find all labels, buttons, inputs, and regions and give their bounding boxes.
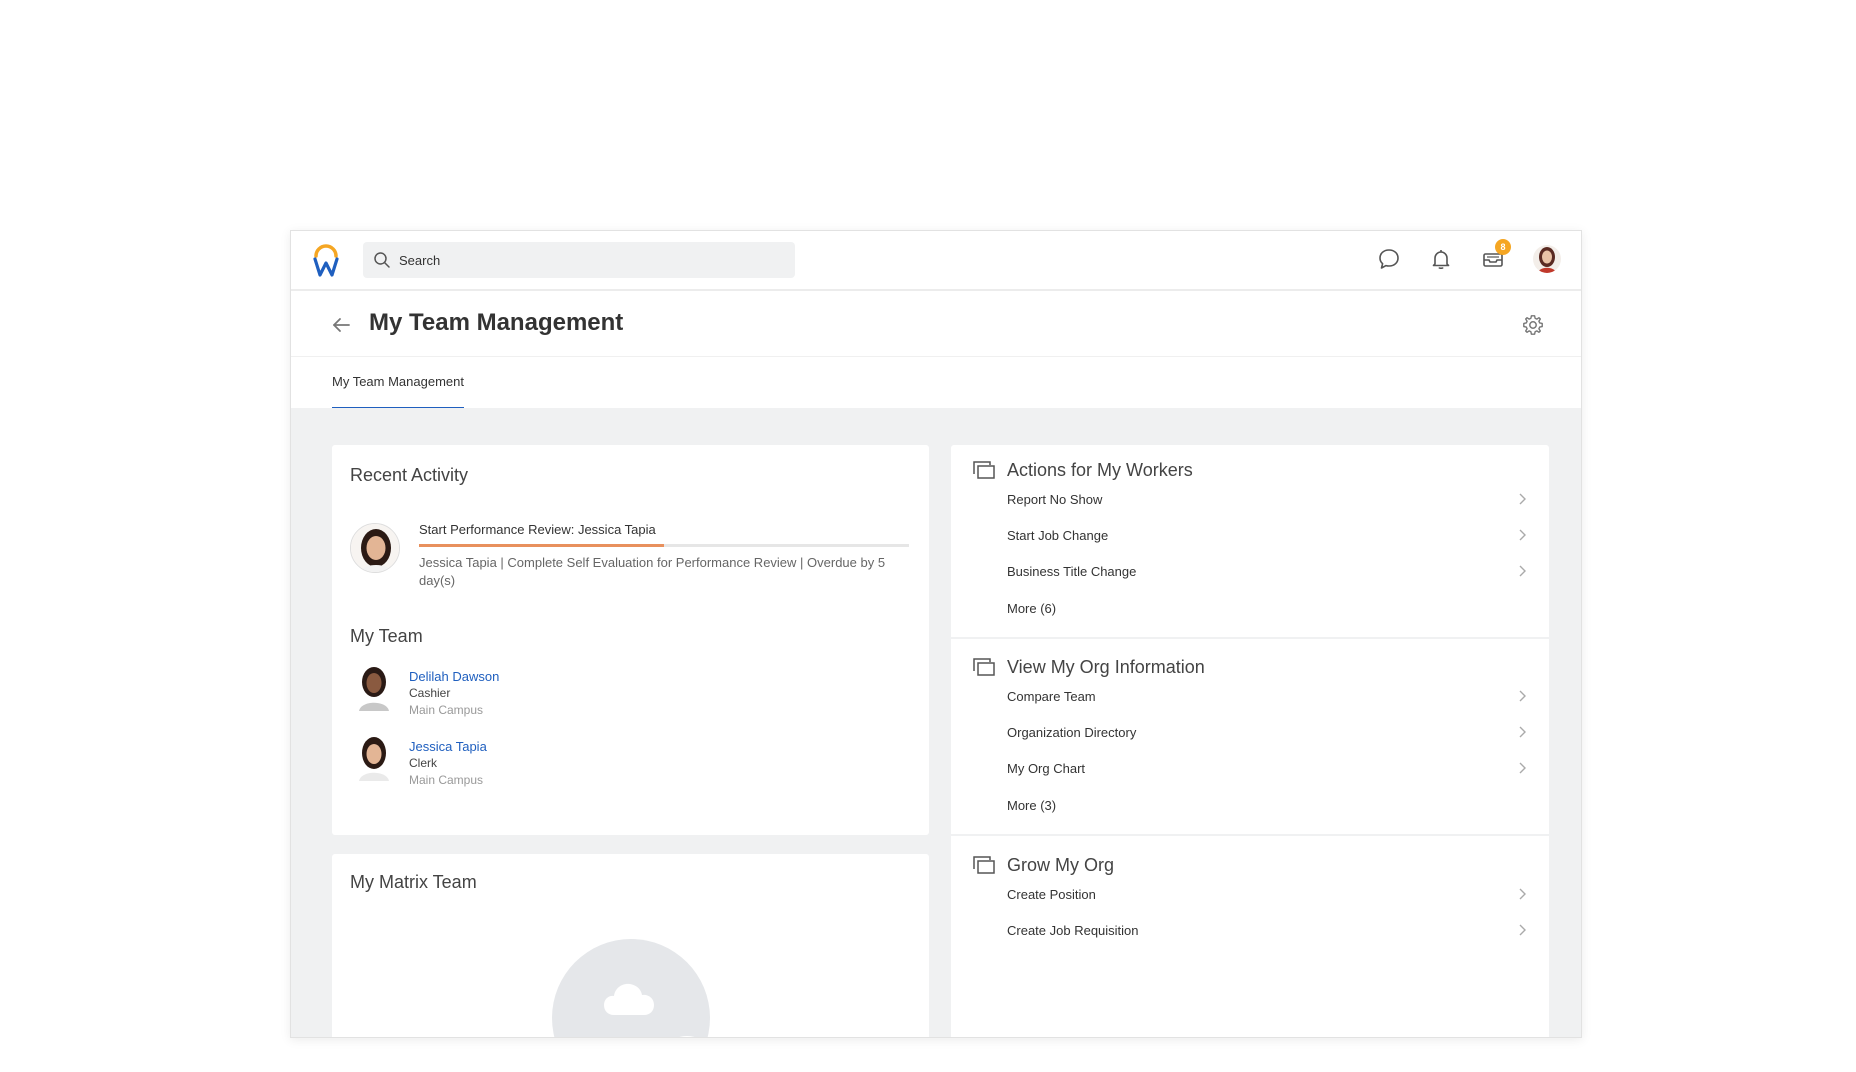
inbox-button[interactable]: 8 xyxy=(1481,239,1511,271)
grow-org-section: Grow My Org Create Position Create Job R… xyxy=(951,850,1549,970)
chevron-right-icon xyxy=(1519,493,1526,505)
top-bar: 8 xyxy=(291,231,1581,291)
my-team-heading: My Team xyxy=(350,626,423,646)
matrix-team-card: My Matrix Team xyxy=(332,854,929,1037)
member-avatar[interactable] xyxy=(354,663,394,711)
recent-activity-title[interactable]: Start Performance Review: Jessica Tapia xyxy=(419,522,656,537)
avatar-image xyxy=(351,524,399,572)
empty-state-illustration xyxy=(552,939,710,1037)
section-title: View My Org Information xyxy=(1007,656,1205,677)
bell-icon[interactable] xyxy=(1429,247,1453,271)
member-location: Main Campus xyxy=(409,703,484,717)
section-header: Actions for My Workers xyxy=(973,455,1193,485)
member-avatar[interactable] xyxy=(354,733,394,781)
member-location: Main Campus xyxy=(409,773,484,787)
more-org-link[interactable]: More (3) xyxy=(1007,790,1527,820)
progress-fill xyxy=(419,544,664,547)
search-input[interactable] xyxy=(399,252,779,268)
gear-icon[interactable] xyxy=(1521,313,1545,337)
user-avatar-image xyxy=(1533,245,1561,273)
action-business-title-change[interactable]: Business Title Change xyxy=(1007,556,1527,586)
section-header: Grow My Org xyxy=(973,850,1114,880)
action-create-job-requisition[interactable]: Create Job Requisition xyxy=(1007,915,1527,945)
action-label: Compare Team xyxy=(1007,688,1096,704)
action-label: Report No Show xyxy=(1007,491,1103,507)
action-create-position[interactable]: Create Position xyxy=(1007,879,1527,909)
member-role: Clerk xyxy=(409,756,438,770)
recent-activity-avatar xyxy=(350,523,400,573)
chat-icon[interactable] xyxy=(1377,247,1401,271)
action-start-job-change[interactable]: Start Job Change xyxy=(1007,520,1527,550)
inbox-badge: 8 xyxy=(1495,239,1511,255)
back-arrow-icon[interactable] xyxy=(329,313,353,337)
team-member: Jessica Tapia Clerk Main Campus xyxy=(350,733,750,793)
app-window: 8 My Team Management My Team Managem xyxy=(290,230,1582,1038)
action-label: My Org Chart xyxy=(1007,760,1086,776)
recent-activity-description: Jessica Tapia | Complete Self Evaluation… xyxy=(419,555,886,588)
section-header: View My Org Information xyxy=(973,652,1205,682)
content-area: Recent Activity Start Performance Review… xyxy=(291,408,1581,1037)
chevron-right-icon xyxy=(1519,690,1526,702)
team-member: Delilah Dawson Cashier Main Campus xyxy=(350,663,750,723)
title-bar: My Team Management xyxy=(291,293,1581,357)
page-title: My Team Management xyxy=(369,309,624,336)
user-avatar[interactable] xyxy=(1533,245,1561,273)
cloud-icon xyxy=(604,983,695,1037)
chevron-right-icon xyxy=(1519,529,1526,541)
member-role: Cashier xyxy=(409,686,451,700)
more-label: More (6) xyxy=(1007,600,1057,616)
action-compare-team[interactable]: Compare Team xyxy=(1007,681,1527,711)
action-label: Start Job Change xyxy=(1007,527,1109,543)
matrix-team-heading: My Matrix Team xyxy=(350,872,477,892)
chevron-right-icon xyxy=(1519,888,1526,900)
chevron-right-icon xyxy=(1519,762,1526,774)
actions-for-workers-section: Actions for My Workers Report No Show St… xyxy=(951,455,1549,645)
action-label: Create Position xyxy=(1007,886,1096,902)
chevron-right-icon xyxy=(1519,726,1526,738)
section-title: Actions for My Workers xyxy=(1007,459,1193,480)
action-label: Business Title Change xyxy=(1007,563,1137,579)
action-my-org-chart[interactable]: My Org Chart xyxy=(1007,753,1527,783)
more-label: More (3) xyxy=(1007,797,1057,813)
actions-card: Actions for My Workers Report No Show St… xyxy=(951,445,1549,1037)
chevron-right-icon xyxy=(1519,924,1526,936)
search-bar[interactable] xyxy=(363,242,795,278)
tab-bar: My Team Management xyxy=(291,358,1581,411)
action-organization-directory[interactable]: Organization Directory xyxy=(1007,717,1527,747)
member-name-link[interactable]: Delilah Dawson xyxy=(409,669,499,684)
more-actions-link[interactable]: More (6) xyxy=(1007,593,1527,623)
collection-icon xyxy=(973,856,995,874)
action-label: Create Job Requisition xyxy=(1007,922,1139,938)
collection-icon xyxy=(973,461,995,479)
search-icon xyxy=(374,252,390,268)
collection-icon xyxy=(973,658,995,676)
action-report-no-show[interactable]: Report No Show xyxy=(1007,484,1527,514)
recent-activity-progress xyxy=(419,544,909,547)
tab-my-team-management[interactable]: My Team Management xyxy=(332,374,464,411)
member-name-link[interactable]: Jessica Tapia xyxy=(409,739,487,754)
section-divider xyxy=(951,637,1549,639)
view-org-section: View My Org Information Compare Team Org… xyxy=(951,652,1549,842)
action-label: Organization Directory xyxy=(1007,724,1137,740)
chevron-right-icon xyxy=(1519,565,1526,577)
recent-activity-card: Recent Activity Start Performance Review… xyxy=(332,445,929,835)
recent-activity-heading: Recent Activity xyxy=(350,465,469,485)
section-title: Grow My Org xyxy=(1007,854,1115,875)
workday-logo[interactable] xyxy=(311,243,341,279)
header-actions: 8 xyxy=(1377,239,1561,273)
section-divider xyxy=(951,834,1549,836)
